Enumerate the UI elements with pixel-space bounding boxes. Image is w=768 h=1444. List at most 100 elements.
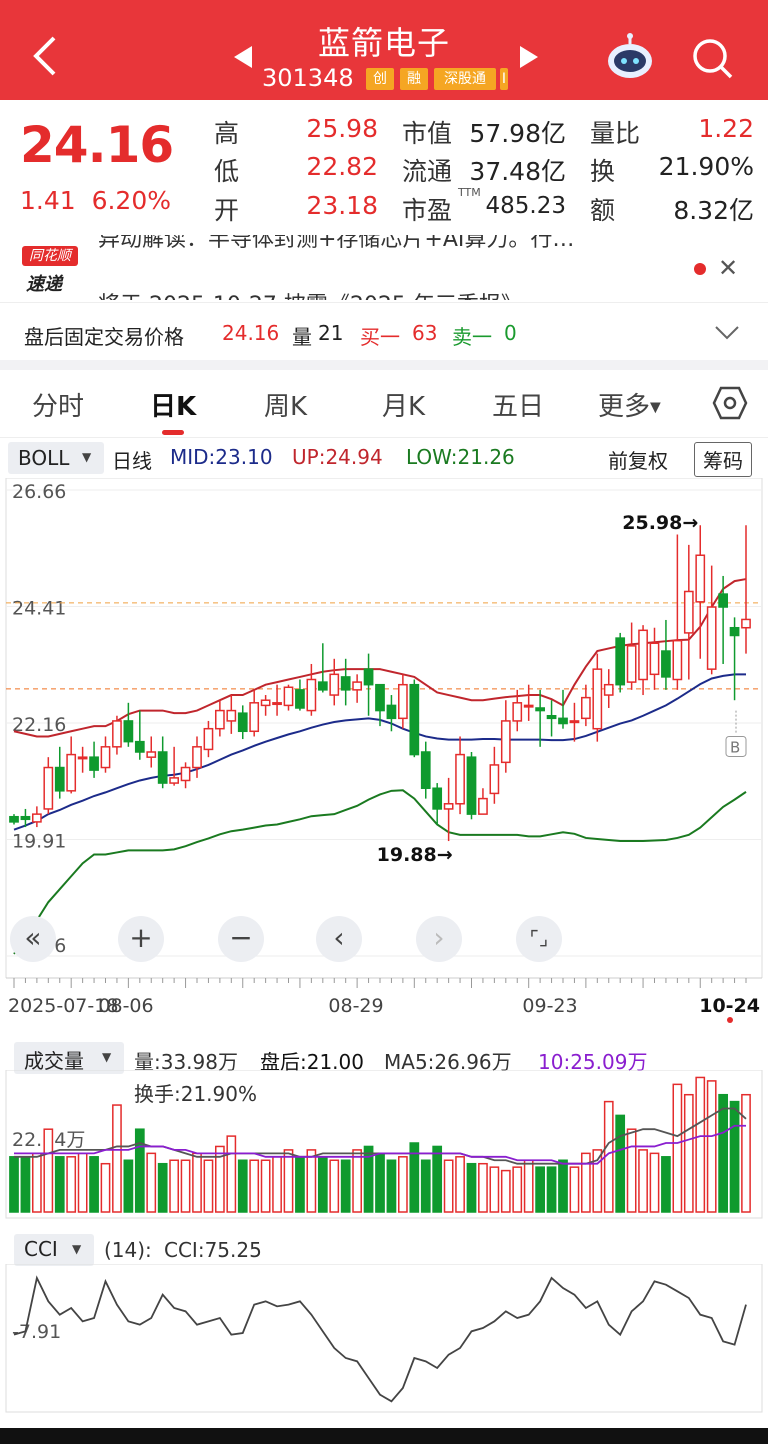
candle-body [375, 683, 385, 712]
cci-label: CCI [24, 1237, 58, 1261]
volume-bar [558, 1159, 568, 1213]
volume-bar [272, 1156, 282, 1213]
candle-body [455, 753, 465, 805]
open-value: 23.18 [306, 191, 378, 220]
volume-bar [500, 1169, 511, 1213]
candle-body [741, 618, 751, 629]
scroll-left-fast-button[interactable]: « [10, 916, 56, 962]
volume-bar [661, 1156, 671, 1213]
candle-body [592, 668, 603, 730]
tab-weekly-k[interactable]: 周K [264, 386, 307, 423]
volume-bar [340, 1159, 351, 1213]
prev-stock-icon[interactable] [232, 44, 254, 70]
low-label: 低 [214, 157, 240, 186]
price-change: 1.41 6.20% [20, 186, 171, 215]
candle-body [203, 727, 214, 751]
news-line-1[interactable]: 异动解读：半导体封测+存储芯片+AI算力。行… [98, 235, 574, 253]
turnover-value: 21.90% [658, 152, 754, 181]
adjust-selector[interactable]: 前复权 [608, 445, 668, 474]
candle-body [649, 642, 660, 676]
volume-bar [546, 1166, 557, 1213]
back-arrow-icon[interactable] [30, 36, 60, 76]
candle-body [329, 673, 340, 696]
candle-body [66, 753, 77, 792]
candle-body [386, 704, 397, 720]
next-stock-icon[interactable] [518, 44, 540, 70]
cci-period: (14): [104, 1238, 152, 1262]
chevron-down-icon[interactable] [714, 325, 740, 341]
volume-bar [398, 1156, 408, 1213]
volume-bar [317, 1156, 328, 1213]
volume-bar [43, 1128, 54, 1213]
search-icon[interactable] [690, 36, 734, 80]
candle-body [523, 704, 534, 708]
volume-bar [237, 1159, 248, 1213]
candle-body [409, 683, 420, 756]
scroll-left-button[interactable]: ‹ [316, 916, 362, 962]
candle-body [260, 699, 271, 707]
amount-value: 8.32亿 [673, 196, 754, 225]
cci-chart[interactable]: -7.91 [0, 1264, 768, 1414]
candle-body [478, 797, 488, 815]
cci-value: CCI:75.25 [164, 1238, 262, 1262]
kline-chart[interactable]: 26.6624.4122.1619.9117.6625.98→19.88→B [0, 478, 768, 978]
volume-bar [638, 1149, 648, 1213]
candle-body [661, 650, 671, 678]
volume-bar [695, 1076, 706, 1213]
date-label: 08-29 [328, 995, 383, 1017]
tab-more[interactable]: 更多▼ [598, 386, 661, 423]
buy1-label: 买一 [360, 325, 400, 349]
low-value: 22.82 [306, 152, 378, 181]
volume-chart[interactable]: 22.24万 [0, 1070, 768, 1220]
robot-assistant-icon[interactable] [604, 32, 656, 82]
mktcap-value: 57.98亿 [469, 119, 566, 148]
caret-down-icon: ▼ [650, 399, 661, 416]
candle-body [340, 676, 351, 691]
tab-five-day[interactable]: 五日 [492, 386, 544, 423]
zoom-out-button[interactable]: − [218, 916, 264, 962]
chips-button[interactable]: 筹码 [694, 442, 752, 477]
after-hours-price: 24.16 [222, 321, 280, 345]
period-label: 日线 [112, 449, 152, 473]
change-amount: 1.41 [20, 186, 76, 215]
tab-intraday[interactable]: 分时 [32, 386, 84, 423]
news-ticker[interactable]: 异动解读：半导体封测+存储芯片+AI算力。行… 将于 2025-10-27 披露… [0, 235, 768, 300]
candle-body [192, 746, 202, 769]
tab-monthly-k[interactable]: 月K [382, 386, 425, 423]
volume-bar [20, 1156, 31, 1213]
cci-selector[interactable]: CCI ▼ [14, 1234, 94, 1266]
cci-y-tick: -7.91 [12, 1321, 61, 1343]
fullscreen-button[interactable]: ⌜⌟ [516, 916, 562, 962]
section-divider [0, 360, 768, 370]
candle-body [500, 720, 511, 764]
scroll-right-button[interactable]: › [416, 916, 462, 962]
candle-body [272, 702, 282, 706]
after-hours-row[interactable]: 盘后固定交易价格 24.16 量 21 买一 63 卖一 0 [0, 302, 768, 360]
volume-bar [329, 1159, 340, 1213]
zoom-in-button[interactable]: + [118, 916, 164, 962]
boll-legend-row: BOLL ▼ 日线 MID:23.10 UP:24.94 LOW:21.26 前… [0, 438, 768, 478]
candle-body [180, 766, 191, 782]
news-logo-top: 同花顺 [22, 246, 78, 266]
news-line-2[interactable]: 将于 2025-10-27 披露《2025 年三季报》 [98, 287, 523, 300]
buy1-value: 63 [412, 321, 438, 345]
candle-body [581, 696, 591, 720]
badge-rong: 融 [400, 68, 428, 90]
settings-hexagon-icon[interactable] [712, 386, 748, 420]
tab-daily-k[interactable]: 日K [150, 386, 196, 423]
system-nav-bar [0, 1428, 768, 1444]
volume-bar [466, 1162, 477, 1213]
stock-name: 蓝箭电子 [317, 24, 450, 62]
date-label: 08-06 [98, 995, 153, 1017]
indicator-selector[interactable]: BOLL ▼ [8, 442, 104, 474]
candle-body [683, 590, 694, 634]
candle-body [215, 709, 225, 730]
after-hours-label: 盘后固定交易价格 [24, 325, 184, 349]
volume-bar [729, 1100, 740, 1213]
close-icon[interactable]: ✕ [718, 254, 738, 282]
max-price-label: 25.98→ [622, 512, 698, 534]
candle-body [443, 803, 454, 810]
cci-line [13, 1275, 747, 1403]
candle-body [615, 637, 626, 686]
volume-bar [649, 1152, 660, 1213]
